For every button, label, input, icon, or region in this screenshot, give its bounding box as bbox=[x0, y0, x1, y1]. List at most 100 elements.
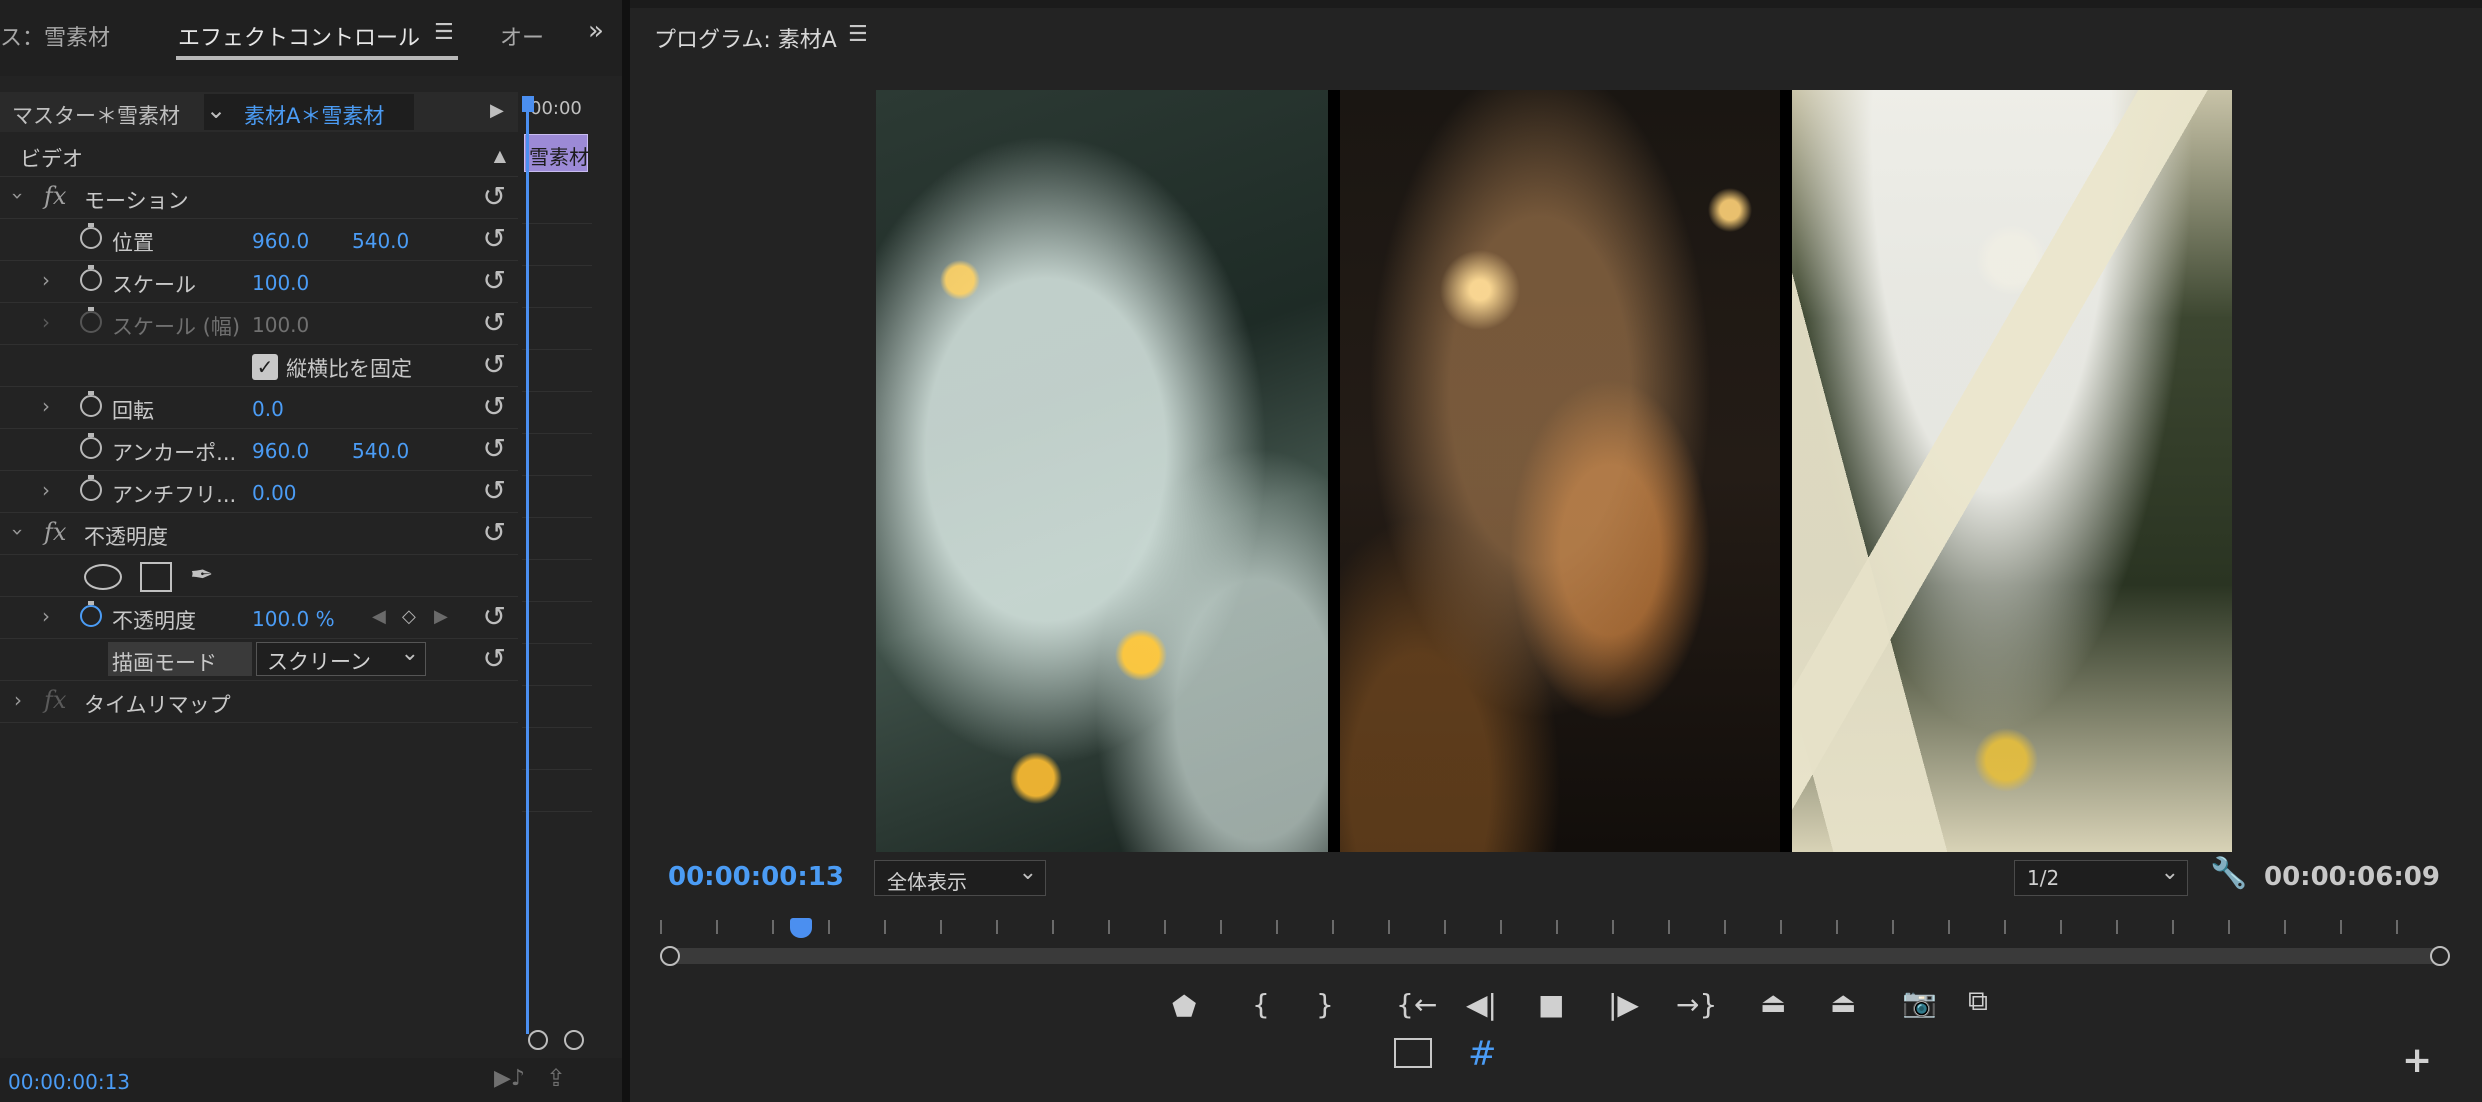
motion-effect-row[interactable]: › fx モーション ↺ bbox=[0, 176, 518, 219]
extract-icon[interactable]: ⏏ bbox=[1830, 986, 1856, 1019]
play-icon[interactable]: ▶ bbox=[490, 100, 504, 121]
stop-icon[interactable]: ■ bbox=[1538, 988, 1564, 1021]
step-back-icon[interactable]: ◀| bbox=[1466, 988, 1497, 1021]
section-video-label: ビデオ bbox=[20, 147, 83, 171]
grid-icon[interactable]: # bbox=[1468, 1034, 1497, 1074]
anchor-y-value[interactable]: 540.0 bbox=[352, 439, 409, 463]
pen-mask-icon[interactable]: ✒ bbox=[190, 558, 213, 591]
collapse-up-icon[interactable]: ▲ bbox=[494, 146, 506, 165]
tab-audio[interactable]: オー bbox=[500, 20, 544, 52]
anchor-x-value[interactable]: 960.0 bbox=[252, 439, 309, 463]
add-marker-icon[interactable]: ⬟ bbox=[1172, 990, 1196, 1023]
stopwatch-icon[interactable] bbox=[80, 433, 102, 459]
left-footer: 00:00:00:13 ▶♪ ⇪ bbox=[0, 1058, 622, 1102]
zoom-scrollbar[interactable] bbox=[660, 948, 2442, 964]
stopwatch-icon[interactable] bbox=[80, 475, 102, 501]
add-button-icon[interactable]: + bbox=[2402, 1040, 2432, 1081]
export-icon[interactable]: ⇪ bbox=[546, 1064, 566, 1092]
resolution-dropdown[interactable]: 1/2 ⌄ bbox=[2014, 860, 2188, 896]
mini-timeline[interactable]: 00:00 雪素材 bbox=[522, 92, 592, 1050]
reset-icon[interactable]: ↺ bbox=[483, 222, 506, 255]
current-timecode[interactable]: 00:00:00:13 bbox=[668, 862, 844, 892]
stopwatch-icon[interactable] bbox=[80, 223, 102, 249]
monitor-playhead[interactable] bbox=[790, 918, 812, 938]
master-clip-label: マスター＊雪素材 bbox=[12, 104, 180, 128]
opacity-effect-row[interactable]: › fx 不透明度 ↺ bbox=[0, 512, 518, 555]
chevron-expanded-icon[interactable]: › bbox=[6, 192, 30, 200]
scale-value[interactable]: 100.0 bbox=[252, 271, 309, 295]
reset-icon[interactable]: ↺ bbox=[483, 516, 506, 549]
uniform-scale-checkbox[interactable]: ✓ bbox=[252, 354, 278, 380]
position-y-value[interactable]: 540.0 bbox=[352, 229, 409, 253]
left-tab-bar: ス：雪素材 エフェクトコントロール ☰ オー » bbox=[0, 0, 622, 76]
stopwatch-icon[interactable] bbox=[80, 265, 102, 291]
go-to-in-icon[interactable]: {← bbox=[1396, 988, 1437, 1021]
next-keyframe-icon[interactable]: ▶ bbox=[434, 606, 448, 627]
mark-in-icon[interactable]: { bbox=[1252, 988, 1270, 1021]
clip-selector[interactable]: 素材A＊雪素材 bbox=[244, 100, 384, 130]
rectangle-mask-icon[interactable] bbox=[140, 562, 172, 592]
opacity-value[interactable]: 100.0 % bbox=[252, 607, 335, 631]
clip-block[interactable]: 雪素材 bbox=[524, 134, 589, 172]
reset-icon[interactable]: ↺ bbox=[483, 390, 506, 423]
chevron-right-icon[interactable]: › bbox=[42, 268, 50, 292]
chevron-right-icon[interactable]: › bbox=[14, 688, 22, 712]
tab-effect-controls[interactable]: エフェクトコントロール bbox=[178, 20, 420, 52]
chevron-right-icon[interactable]: › bbox=[42, 394, 50, 418]
stopwatch-icon[interactable] bbox=[80, 391, 102, 417]
uniform-scale-row: ✓ 縦横比を固定 ↺ bbox=[0, 344, 518, 387]
mini-timeline-timecode: 00:00 bbox=[530, 98, 582, 119]
video-preview[interactable] bbox=[876, 90, 2232, 852]
reset-icon[interactable]: ↺ bbox=[483, 180, 506, 213]
footer-timecode[interactable]: 00:00:00:13 bbox=[8, 1070, 130, 1094]
ellipse-mask-icon[interactable] bbox=[84, 564, 122, 590]
reset-icon[interactable]: ↺ bbox=[483, 264, 506, 297]
overflow-icon[interactable]: » bbox=[588, 16, 604, 46]
reset-icon[interactable]: ↺ bbox=[483, 600, 506, 633]
reset-icon[interactable]: ↺ bbox=[483, 348, 506, 381]
mini-playhead[interactable] bbox=[526, 104, 529, 1034]
scale-width-label: スケール (幅) bbox=[112, 315, 241, 339]
stopwatch-icon[interactable] bbox=[80, 601, 102, 627]
mark-out-icon[interactable]: } bbox=[1316, 988, 1334, 1021]
scrollbar-handle-right[interactable] bbox=[2430, 946, 2450, 966]
mini-playhead-head[interactable] bbox=[522, 96, 534, 112]
zoom-handle-right[interactable] bbox=[564, 1030, 584, 1050]
menu-icon[interactable]: ☰ bbox=[848, 22, 868, 47]
wrench-icon[interactable]: 🔧 bbox=[2210, 856, 2247, 891]
zoom-handle-left[interactable] bbox=[528, 1030, 548, 1050]
chevron-down-icon: ⌄ bbox=[1018, 860, 1037, 885]
audio-filter-icon[interactable]: ▶♪ bbox=[494, 1066, 525, 1091]
reset-icon[interactable]: ↺ bbox=[483, 306, 506, 339]
camera-icon[interactable]: 📷 bbox=[1902, 986, 1937, 1019]
time-remap-row[interactable]: › fx タイムリマップ bbox=[0, 680, 518, 723]
menu-icon[interactable]: ☰ bbox=[434, 20, 454, 45]
step-forward-icon[interactable]: |▶ bbox=[1608, 988, 1639, 1021]
reset-icon[interactable]: ↺ bbox=[483, 474, 506, 507]
reset-icon[interactable]: ↺ bbox=[483, 432, 506, 465]
position-row: 位置 960.0 540.0 ↺ bbox=[0, 218, 518, 261]
tab-source[interactable]: ス：雪素材 bbox=[0, 20, 110, 52]
rotation-value[interactable]: 0.0 bbox=[252, 397, 284, 421]
add-keyframe-icon[interactable]: ◇ bbox=[402, 606, 416, 627]
blend-mode-label: 描画モード bbox=[112, 651, 217, 675]
video-pane-center bbox=[1340, 90, 1780, 852]
blend-mode-dropdown[interactable]: スクリーン ⌄ bbox=[256, 641, 426, 676]
safe-margins-icon[interactable] bbox=[1394, 1038, 1432, 1068]
chevron-right-icon[interactable]: › bbox=[42, 604, 50, 628]
comparison-view-icon[interactable]: ⧉ bbox=[1968, 984, 1988, 1018]
position-x-value[interactable]: 960.0 bbox=[252, 229, 309, 253]
blend-mode-row: 描画モード スクリーン ⌄ ↺ bbox=[0, 638, 518, 681]
prev-keyframe-icon[interactable]: ◀ bbox=[372, 606, 386, 627]
anti-flicker-value[interactable]: 0.00 bbox=[252, 481, 297, 505]
reset-icon[interactable]: ↺ bbox=[483, 642, 506, 675]
chevron-right-icon[interactable]: › bbox=[42, 478, 50, 502]
scrollbar-handle-left[interactable] bbox=[660, 946, 680, 966]
chevron-down-icon[interactable]: ⌄ bbox=[206, 96, 226, 124]
lift-icon[interactable]: ⏏ bbox=[1760, 986, 1786, 1019]
go-to-out-icon[interactable]: →} bbox=[1676, 988, 1717, 1021]
panel-divider[interactable] bbox=[622, 0, 630, 1102]
chevron-expanded-icon[interactable]: › bbox=[6, 528, 30, 536]
zoom-dropdown[interactable]: 全体表示 ⌄ bbox=[874, 860, 1046, 896]
time-ruler[interactable] bbox=[660, 920, 2442, 934]
